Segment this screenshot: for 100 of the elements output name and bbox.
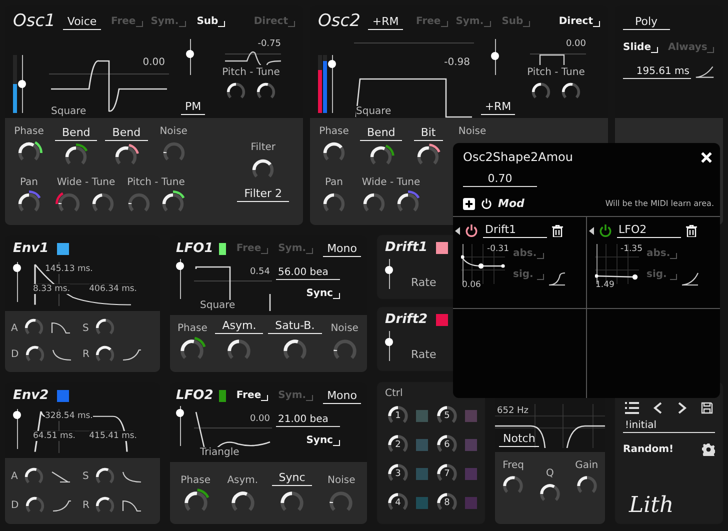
curve-icon[interactable] <box>681 272 700 286</box>
select-menu[interactable]: Sync <box>272 471 312 486</box>
macro-knob[interactable]: 3 <box>385 461 411 487</box>
macro-knob[interactable]: 8 <box>434 490 460 516</box>
select-menu[interactable]: Poly <box>623 15 670 30</box>
knob-label: Wide - Tune <box>362 177 420 188</box>
knob-label: Phase <box>177 323 208 334</box>
color-swatch[interactable] <box>56 242 69 254</box>
curve-icon[interactable] <box>121 498 144 512</box>
toggle-button[interactable]: Slide <box>623 42 658 53</box>
select-menu[interactable]: Bend <box>55 126 98 141</box>
color-swatch[interactable] <box>219 390 226 402</box>
curve-icon[interactable] <box>695 65 715 79</box>
wave-name: Triangle <box>200 447 240 458</box>
curve-icon[interactable] <box>120 470 143 484</box>
select-menu[interactable]: Notch <box>499 432 540 447</box>
slider-thumb[interactable] <box>176 262 184 270</box>
preset-name-field[interactable]: !initial <box>623 420 715 433</box>
select-menu[interactable]: Voice <box>63 14 101 30</box>
curve-icon[interactable] <box>50 498 73 512</box>
macro-knob[interactable]: 6 <box>434 432 460 458</box>
curve-icon[interactable] <box>121 348 144 362</box>
select-menu[interactable]: +RM <box>480 100 516 115</box>
slider-thumb[interactable] <box>18 80 26 88</box>
previous-icon[interactable] <box>653 402 663 414</box>
source-select[interactable]: LFO2 <box>616 223 680 238</box>
panel-title: LFO1 <box>176 241 214 256</box>
mod-label: Mod <box>498 197 524 210</box>
collapse-icon[interactable] <box>588 226 594 234</box>
collapse-icon[interactable] <box>455 226 460 234</box>
toggle-button[interactable]: Sync <box>306 288 340 299</box>
knob-label: R <box>82 500 90 511</box>
slider-thumb[interactable] <box>385 338 393 346</box>
select-menu[interactable]: Filter 2 <box>237 187 289 202</box>
trash-icon[interactable] <box>552 224 563 236</box>
close-icon[interactable] <box>701 152 712 162</box>
next-icon[interactable] <box>677 402 687 414</box>
knob-label: D <box>11 349 19 360</box>
slider-thumb[interactable] <box>13 410 21 419</box>
panel-title: Drift2 <box>385 312 428 327</box>
select-menu[interactable]: Bit <box>414 126 443 141</box>
time-label: 145.13 ms. <box>45 264 93 274</box>
knob-label: Noise <box>458 126 486 137</box>
rate-field[interactable]: 21.00 bea <box>276 414 340 427</box>
hint-text: Will be the MIDI learn area. <box>605 199 714 208</box>
knob-label: S <box>82 471 89 482</box>
power-icon[interactable] <box>465 224 478 237</box>
sub-wave-display: 0.00 <box>526 39 586 65</box>
select-menu[interactable]: +RM <box>368 14 403 30</box>
select-menu[interactable]: Mono <box>323 389 361 404</box>
random-button[interactable]: Random! <box>623 444 674 455</box>
source-select[interactable]: Drift1 <box>483 223 547 238</box>
panel-title: LFO2 <box>176 388 214 403</box>
toggle-button[interactable]: Sync <box>306 435 340 446</box>
select-menu[interactable]: Bend <box>105 126 148 141</box>
select-menu[interactable]: Satu-B. <box>268 319 322 334</box>
slider-thumb[interactable] <box>385 266 393 274</box>
toggle-button[interactable]: Sub <box>196 16 226 26</box>
knob-label: Phase <box>14 126 44 137</box>
add-icon[interactable] <box>463 198 475 210</box>
macro-knob[interactable]: 1 <box>385 403 411 429</box>
color-swatch[interactable] <box>219 242 226 254</box>
list-icon[interactable] <box>625 402 639 414</box>
macro-knob[interactable]: 4 <box>385 490 411 516</box>
color-swatch[interactable] <box>56 390 69 402</box>
slider-thumb[interactable] <box>186 50 194 58</box>
select-menu[interactable]: Asym. <box>215 319 264 334</box>
select-menu[interactable]: PM <box>180 100 206 115</box>
glide-time-field[interactable]: 195.61 ms <box>623 66 692 79</box>
knob-label: R <box>82 349 90 360</box>
macro-knob[interactable]: 7 <box>434 461 460 487</box>
select-menu[interactable]: Bend <box>360 126 402 141</box>
time-label: 406.34 ms. <box>89 284 137 294</box>
macro-knob[interactable]: 5 <box>434 403 460 429</box>
curve-icon[interactable] <box>50 348 73 362</box>
toggle-button[interactable]: Free <box>236 390 268 401</box>
value-field[interactable]: 0.70 <box>463 172 537 187</box>
time-label: 8.33 ms. <box>33 284 70 294</box>
knob-label: Phase <box>319 126 349 137</box>
knob-label: Rate <box>411 348 438 361</box>
knob-label: Gain <box>575 460 598 471</box>
curve-icon[interactable] <box>50 321 72 336</box>
slider-thumb[interactable] <box>13 264 21 272</box>
knob-label: Noise <box>160 126 188 137</box>
save-icon[interactable] <box>701 402 713 414</box>
knob-label: D <box>11 500 19 511</box>
macro-knob[interactable]: 2 <box>385 432 411 458</box>
curve-icon[interactable] <box>548 272 566 286</box>
slider-thumb[interactable] <box>328 60 336 68</box>
rate-field[interactable]: 56.00 bea <box>276 267 340 280</box>
trash-icon[interactable] <box>686 224 696 236</box>
knob-label: Q <box>546 468 554 479</box>
slider-thumb[interactable] <box>176 409 184 418</box>
settings-icon[interactable] <box>702 443 715 456</box>
color-swatch[interactable] <box>436 314 448 326</box>
slider-thumb[interactable] <box>491 52 499 60</box>
curve-icon[interactable] <box>50 470 72 484</box>
color-swatch[interactable] <box>436 242 448 254</box>
toggle-button[interactable]: Direct <box>558 16 600 26</box>
select-menu[interactable]: Mono <box>323 242 361 257</box>
